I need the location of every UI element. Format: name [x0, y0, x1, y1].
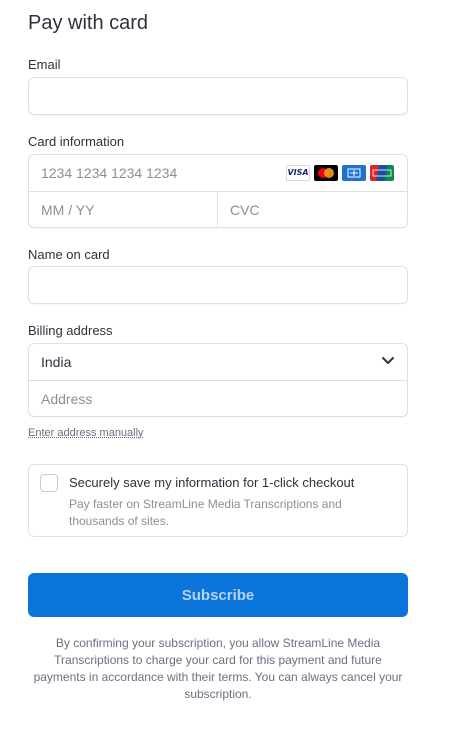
save-information-description: Pay faster on StreamLine Media Transcrip…: [69, 497, 342, 528]
card-information-label: Card information: [28, 134, 125, 149]
billing-address-group: India Address: [28, 343, 408, 417]
address-placeholder: Address: [41, 391, 93, 407]
visa-icon: VISA: [286, 165, 310, 181]
name-on-card-field[interactable]: [28, 266, 408, 304]
chevron-down-icon: [381, 353, 395, 371]
card-expiry-cvc-row: MM / YY CVC: [29, 192, 407, 228]
card-number-placeholder: 1234 1234 1234 1234: [41, 165, 178, 181]
expiry-placeholder: MM / YY: [41, 202, 95, 218]
mastercard-icon: [314, 165, 338, 181]
card-brands: VISA: [286, 165, 394, 181]
save-information-title: Securely save my information for 1-click…: [69, 475, 355, 490]
email-field[interactable]: [28, 77, 408, 115]
card-number-field[interactable]: 1234 1234 1234 1234 VISA: [29, 155, 407, 191]
page-title: Pay with card: [28, 12, 149, 34]
country-select[interactable]: India: [29, 344, 407, 380]
billing-address-label: Billing address: [28, 323, 113, 338]
email-label: Email: [28, 57, 61, 72]
expiry-field[interactable]: MM / YY: [29, 192, 218, 228]
enter-address-manually-link[interactable]: Enter address manually: [28, 427, 144, 439]
country-value: India: [41, 354, 72, 370]
save-information-checkbox[interactable]: [40, 474, 58, 492]
subscription-disclaimer: By confirming your subscription, you all…: [33, 636, 403, 701]
address-field[interactable]: Address: [29, 381, 407, 417]
amex-icon: [342, 165, 366, 181]
cvc-placeholder: CVC: [230, 202, 260, 218]
name-on-card-label: Name on card: [28, 247, 110, 262]
save-information-box: Securely save my information for 1-click…: [28, 464, 408, 537]
visa-text: VISA: [287, 168, 309, 177]
cvc-field[interactable]: CVC: [218, 192, 407, 228]
unionpay-icon: [370, 165, 394, 181]
subscribe-button[interactable]: Subscribe: [28, 573, 408, 617]
card-information-group: 1234 1234 1234 1234 VISA MM / YY CVC: [28, 154, 408, 228]
